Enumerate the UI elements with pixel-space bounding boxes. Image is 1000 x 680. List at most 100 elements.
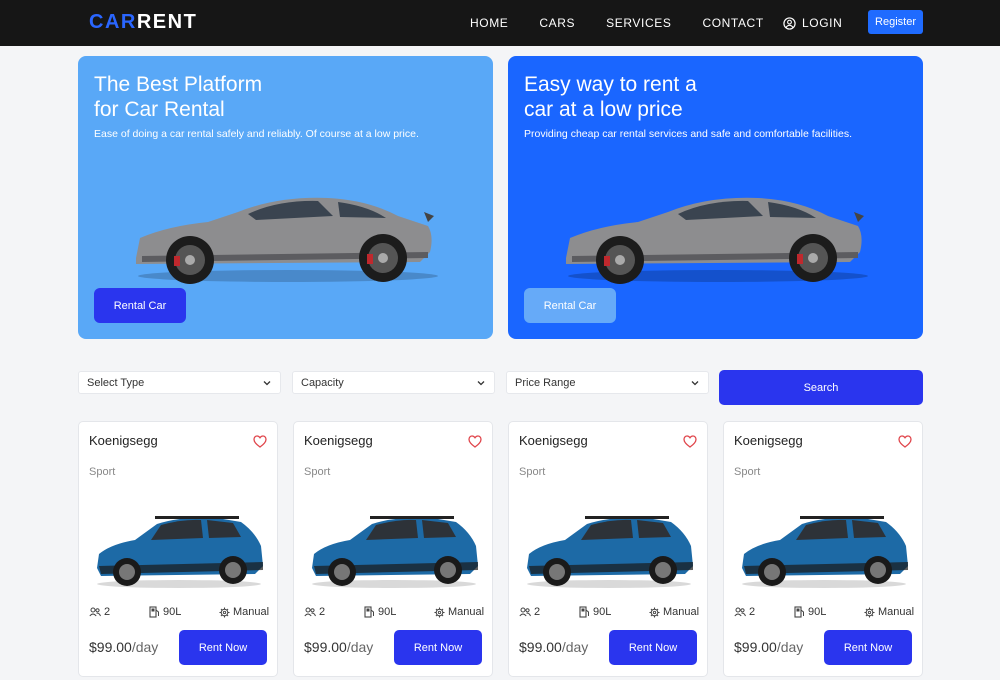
transmission-value: Manual xyxy=(448,606,485,618)
spec-fuel: 90L xyxy=(579,606,611,618)
price-amount: $99.00 xyxy=(89,639,132,655)
fuel-pump-icon xyxy=(794,606,804,618)
rent-now-button[interactable]: Rent Now xyxy=(824,630,912,665)
transmission-value: Manual xyxy=(663,606,700,618)
spec-capacity: 2 xyxy=(519,606,540,618)
heart-icon[interactable] xyxy=(683,435,697,448)
car-specs: 2 90L Manual xyxy=(304,606,484,620)
people-icon xyxy=(304,607,316,617)
select-type-value: Select Type xyxy=(87,376,145,389)
car-card: Koenigsegg Sport 2 90L Manual $99.00/day… xyxy=(723,421,923,677)
fuel-value: 90L xyxy=(808,606,827,618)
car-name: Koenigsegg xyxy=(519,433,588,448)
capacity-value: 2 xyxy=(534,606,541,618)
hero-2-title-line2: car at a low price xyxy=(524,98,683,121)
rent-now-button[interactable]: Rent Now xyxy=(179,630,267,665)
spec-fuel: 90L xyxy=(794,606,826,618)
price-amount: $99.00 xyxy=(304,639,347,655)
navbar: CARRENT HOME CARS SERVICES CONTACT LOGIN… xyxy=(0,0,1000,46)
chevron-down-icon xyxy=(263,381,271,386)
price-range-value: Price Range xyxy=(515,376,576,389)
price-unit: /day xyxy=(346,639,374,655)
people-icon xyxy=(734,607,746,617)
register-button[interactable]: Register xyxy=(868,10,923,34)
logo[interactable]: CARRENT xyxy=(89,11,197,34)
car-price: $99.00/day xyxy=(89,639,158,655)
price-range-dropdown[interactable]: Price Range xyxy=(506,371,709,394)
search-button[interactable]: Search xyxy=(719,370,923,405)
rent-now-button[interactable]: Rent Now xyxy=(609,630,697,665)
spec-transmission: Manual xyxy=(864,606,914,618)
spec-transmission: Manual xyxy=(219,606,269,618)
gear-icon xyxy=(219,606,230,618)
spec-fuel: 90L xyxy=(364,606,396,618)
heart-icon[interactable] xyxy=(253,435,267,448)
hero-banner-1: The Best Platform for Car Rental Ease of … xyxy=(78,56,493,339)
suv-car-image xyxy=(742,516,908,588)
nav-cars[interactable]: CARS xyxy=(539,16,575,30)
car-name: Koenigsegg xyxy=(89,433,158,448)
rental-car-button-1[interactable]: Rental Car xyxy=(94,288,186,323)
car-card: Koenigsegg Sport 2 90L Manual $99.00/day… xyxy=(293,421,493,677)
gear-icon xyxy=(864,606,875,618)
nav-services[interactable]: SERVICES xyxy=(606,16,671,30)
car-specs: 2 90L Manual xyxy=(519,606,699,620)
chevron-down-icon xyxy=(477,381,485,386)
hero-2-title-line1: Easy way to rent a xyxy=(524,73,697,96)
hero-2-subtitle: Providing cheap car rental services and … xyxy=(524,128,853,140)
nav-home[interactable]: HOME xyxy=(470,16,508,30)
car-specs: 2 90L Manual xyxy=(734,606,914,620)
transmission-value: Manual xyxy=(233,606,270,618)
spec-capacity: 2 xyxy=(734,606,755,618)
people-icon xyxy=(519,607,531,617)
spec-fuel: 90L xyxy=(149,606,181,618)
rent-now-button[interactable]: Rent Now xyxy=(394,630,482,665)
car-card: Koenigsegg Sport 2 90L Manual $99.00/day… xyxy=(78,421,278,677)
suv-car-image xyxy=(97,516,263,588)
rental-car-button-2[interactable]: Rental Car xyxy=(524,288,616,323)
car-name: Koenigsegg xyxy=(734,433,803,448)
capacity-value: 2 xyxy=(319,606,326,618)
car-type: Sport xyxy=(89,466,116,478)
login-label: LOGIN xyxy=(802,16,843,30)
car-price: $99.00/day xyxy=(519,639,588,655)
capacity-value: 2 xyxy=(749,606,756,618)
fuel-pump-icon xyxy=(579,606,589,618)
fuel-pump-icon xyxy=(364,606,374,618)
heart-icon[interactable] xyxy=(468,435,482,448)
logo-rent: RENT xyxy=(136,11,198,33)
price-amount: $99.00 xyxy=(519,639,562,655)
car-type: Sport xyxy=(734,466,761,478)
sports-car-image xyxy=(566,197,868,284)
fuel-value: 90L xyxy=(378,606,397,618)
hero-2-title: Easy way to rent a car at a low price xyxy=(524,72,724,122)
hero-banner-2: Easy way to rent a car at a low price Pro… xyxy=(508,56,923,339)
capacity-dropdown[interactable]: Capacity xyxy=(292,371,495,394)
car-price: $99.00/day xyxy=(734,639,803,655)
car-price: $99.00/day xyxy=(304,639,373,655)
spec-transmission: Manual xyxy=(649,606,699,618)
suv-car-image xyxy=(527,516,693,588)
gear-icon xyxy=(434,606,445,618)
gear-icon xyxy=(649,606,660,618)
car-type: Sport xyxy=(304,466,331,478)
car-type: Sport xyxy=(519,466,546,478)
select-type-dropdown[interactable]: Select Type xyxy=(78,371,281,394)
car-specs: 2 90L Manual xyxy=(89,606,269,620)
nav-contact[interactable]: CONTACT xyxy=(702,16,763,30)
nav-links: HOME CARS SERVICES CONTACT xyxy=(470,0,795,46)
heart-icon[interactable] xyxy=(898,435,912,448)
login-link[interactable]: LOGIN xyxy=(783,16,842,30)
sports-car-image xyxy=(136,197,438,284)
capacity-value: 2 xyxy=(104,606,111,618)
car-card: Koenigsegg Sport 2 90L Manual $99.00/day… xyxy=(508,421,708,677)
spec-capacity: 2 xyxy=(304,606,325,618)
suv-car-image xyxy=(312,516,478,588)
capacity-value: Capacity xyxy=(301,376,344,389)
hero-1-title: The Best Platform for Car Rental xyxy=(94,72,294,122)
car-name: Koenigsegg xyxy=(304,433,373,448)
user-circle-icon xyxy=(783,16,796,30)
hero-1-subtitle: Ease of doing a car rental safely and re… xyxy=(94,128,419,140)
price-unit: /day xyxy=(561,639,589,655)
chevron-down-icon xyxy=(691,381,699,386)
